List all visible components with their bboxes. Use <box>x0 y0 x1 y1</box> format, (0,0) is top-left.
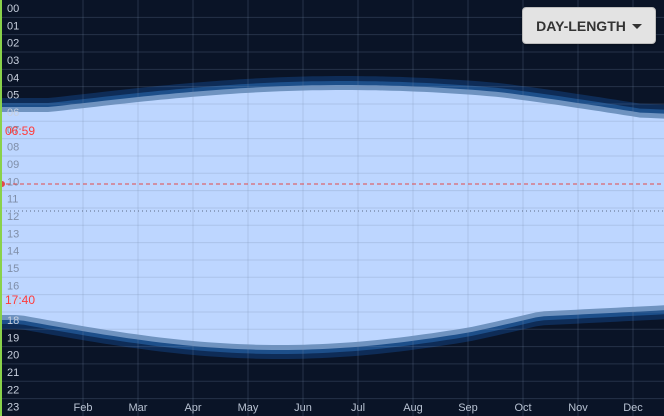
day-length-chart[interactable]: 0001020304050607080910111213141516171819… <box>0 0 664 416</box>
hour-label: 00 <box>7 3 19 15</box>
hour-label: 16 <box>7 280 19 292</box>
hour-label: 12 <box>7 211 19 223</box>
hour-label: 10 <box>7 176 19 188</box>
month-label: Nov <box>568 402 588 414</box>
month-label: May <box>238 402 259 414</box>
month-label: Mar <box>129 402 148 414</box>
hour-label: 04 <box>7 72 19 84</box>
day-length-chart-container: 00 01 02 03 04 05 06 07 08 09 10 11 12 13 14 15 16 17 18 19… <box>0 0 664 416</box>
month-label: Jul <box>351 402 365 414</box>
hour-label: 01 <box>7 20 19 32</box>
hour-label: 03 <box>7 55 19 67</box>
mode-dropdown-button[interactable]: DAY-LENGTH <box>522 7 656 44</box>
hour-label: 23 <box>7 402 19 414</box>
daylight-band <box>0 90 664 345</box>
day-start-bar <box>0 0 2 416</box>
hour-label: 13 <box>7 228 19 240</box>
hour-label: 09 <box>7 159 19 171</box>
month-label: Jun <box>294 402 312 414</box>
hour-label: 08 <box>7 142 19 154</box>
hour-label: 06 <box>7 107 19 119</box>
sunset-time-label: 17:40 <box>5 293 35 307</box>
caret-down-icon <box>631 24 642 29</box>
hour-label: 05 <box>7 90 19 102</box>
hour-label: 02 <box>7 38 19 50</box>
hour-label: 14 <box>7 246 19 258</box>
hour-label: 11 <box>7 194 18 206</box>
month-label: Feb <box>74 402 93 414</box>
month-label: Dec <box>623 402 643 414</box>
hour-label: 18 <box>7 315 19 327</box>
mode-dropdown-label: DAY-LENGTH <box>536 17 626 34</box>
hour-label: 22 <box>7 384 19 396</box>
hour-label: 15 <box>7 263 19 275</box>
month-label: Sep <box>458 402 478 414</box>
month-label: Aug <box>403 402 423 414</box>
hour-label: 20 <box>7 350 19 362</box>
sunrise-time-label: 06:59 <box>5 124 35 138</box>
hour-label: 21 <box>7 367 19 379</box>
month-label: Apr <box>184 402 201 414</box>
month-label: Oct <box>514 402 531 414</box>
hour-label: 19 <box>7 332 19 344</box>
